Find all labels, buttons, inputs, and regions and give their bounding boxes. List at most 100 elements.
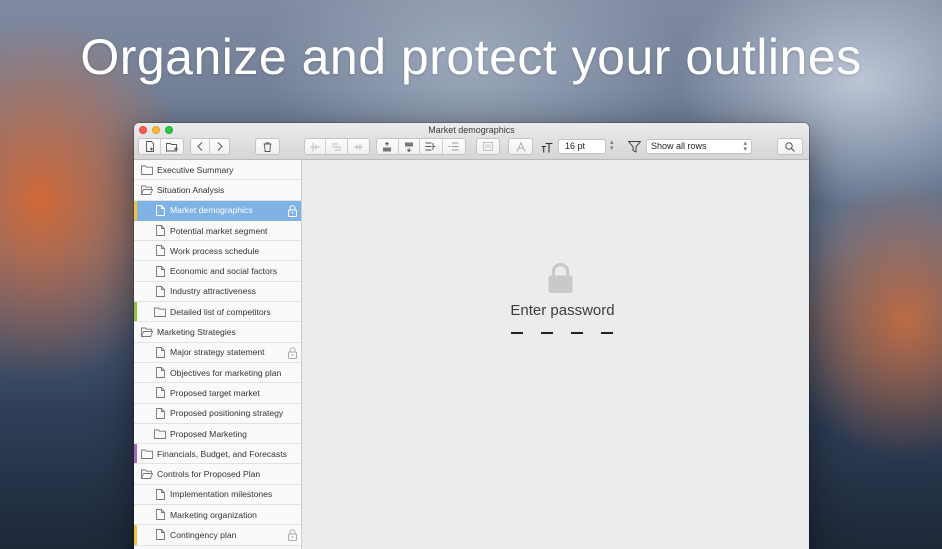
password-input[interactable] [511,332,613,334]
color-label-marker [134,200,137,220]
text-color-button[interactable] [508,138,533,155]
font-size-field[interactable]: 16 pt [558,139,606,154]
sidebar-item[interactable]: Contingency plan [134,525,301,546]
folder-open-icon [141,326,153,338]
sidebar-item[interactable]: Proposed target market [134,383,301,404]
sidebar-item-label: Market demographics [170,205,253,216]
new-folder-icon[interactable] [161,139,183,154]
sidebar-item[interactable]: Potential market segment [134,220,301,242]
headline: Organize and protect your outlines [80,29,862,85]
font-size-stepper[interactable]: ▴ ▾ [610,139,614,152]
folder-icon [141,448,153,460]
password-digit-slot [571,332,583,334]
color-label-marker [134,444,137,464]
document-icon [154,509,166,521]
folder-icon [141,164,153,176]
document-icon [154,407,166,419]
password-digit-slot [541,332,553,334]
password-panel: Enter password [303,160,809,549]
folder-icon [154,306,166,318]
sidebar-item[interactable]: Market demographics [134,200,301,221]
sidebar-item[interactable]: Industry attractiveness [134,281,301,303]
sidebar-item[interactable]: Work process schedule [134,241,301,262]
outline-sidebar: Executive Summary Situation Analysis Marke… [134,160,302,549]
password-prompt: Enter password [510,302,615,319]
sidebar-item-label: Financials, Budget, and Forecasts [157,448,287,459]
navigation-group [190,138,230,155]
new-item-group [138,138,184,155]
search-button[interactable] [777,138,803,155]
sidebar-item-label: Proposed positioning strategy [170,408,284,419]
sidebar-item-label: Executive Summary [157,164,234,175]
filter-icon[interactable] [627,140,642,158]
move-down-icon[interactable] [399,139,421,154]
document-icon [154,265,166,277]
note-button[interactable] [476,138,500,155]
align-icon[interactable] [420,139,443,154]
color-label-marker [134,525,137,545]
document-icon [154,529,166,541]
password-digit-slot [511,332,523,334]
trash-icon [263,141,272,152]
back-icon[interactable] [191,139,211,154]
document-icon [154,204,166,216]
arrange-group [376,138,466,155]
sidebar-item[interactable]: Financials, Budget, and Forecasts [134,444,301,465]
font-size-icon [541,140,553,158]
document-icon [154,346,166,358]
sidebar-item-label: Major strategy statement [170,347,265,358]
sidebar-item[interactable]: Executive Summary [134,160,301,181]
sidebar-item-label: Situation Analysis [157,184,225,195]
filter-select-arrows: ▴ ▾ [743,140,747,153]
sidebar-item-label: Work process schedule [170,245,260,256]
sidebar-item-label: Marketing organization [170,509,257,520]
indent-icon[interactable] [305,139,327,154]
lock-icon [547,262,574,299]
sidebar-item-label: Implementation milestones [170,489,273,500]
sidebar-item-label: Proposed target market [170,387,260,398]
sidebar-item-label: Contingency plan [170,529,237,540]
sidebar-item[interactable]: Controls for Proposed Plan [134,464,301,485]
lock-icon [288,204,297,219]
sidebar-item[interactable]: Marketing organization [134,505,301,526]
search-icon [785,141,795,152]
sidebar-item-label: Proposed Marketing [170,428,247,439]
app-window: Market demographics 16 pt ▴ ▾ Show all r… [134,123,809,549]
move-up-icon[interactable] [377,139,399,154]
sidebar-item[interactable]: Marketing Strategies [134,322,301,343]
new-document-icon[interactable] [139,139,162,154]
sidebar-item[interactable]: Proposed Marketing [134,423,301,445]
sidebar-item[interactable]: Major strategy statement [134,342,301,363]
sidebar-item[interactable]: Objectives for marketing plan [134,362,301,384]
filter-select[interactable]: Show all rows ▴ ▾ [646,139,752,154]
folder-open-icon [141,468,153,480]
sidebar-item-label: Objectives for marketing plan [170,367,282,378]
toolbar: 16 pt ▴ ▾ Show all rows ▴ ▾ [134,138,809,156]
sidebar-item-label: Detailed list of competitors [170,306,271,317]
sidebar-item[interactable]: Situation Analysis [134,180,301,201]
move-icon[interactable] [348,139,369,154]
sidebar-item[interactable]: Detailed list of competitors [134,302,301,323]
filter-select-value: Show all rows [651,141,707,151]
lock-icon [288,529,297,543]
forward-icon[interactable] [210,139,229,154]
trash-button[interactable] [255,138,280,155]
sidebar-item-label: Controls for Proposed Plan [157,469,261,480]
document-icon [154,367,166,379]
sidebar-item[interactable]: Economic and social factors [134,261,301,282]
window-title: Market demographics [428,125,515,135]
list-icon[interactable] [443,139,465,154]
lock-icon [288,346,297,361]
outdent-icon[interactable] [326,139,348,154]
sidebar-item[interactable]: Implementation milestones [134,484,301,506]
color-label-marker [134,302,137,322]
password-digit-slot [601,332,613,334]
sidebar-item[interactable]: Proposed positioning strategy [134,403,301,424]
titlebar: Market demographics 16 pt ▴ ▾ Show all r… [134,123,809,160]
document-icon [154,285,166,297]
text-color-icon [516,141,526,152]
note-icon [483,142,493,151]
sidebar-item-label: Industry attractiveness [170,286,256,297]
document-icon [154,245,166,257]
document-icon [154,387,166,399]
